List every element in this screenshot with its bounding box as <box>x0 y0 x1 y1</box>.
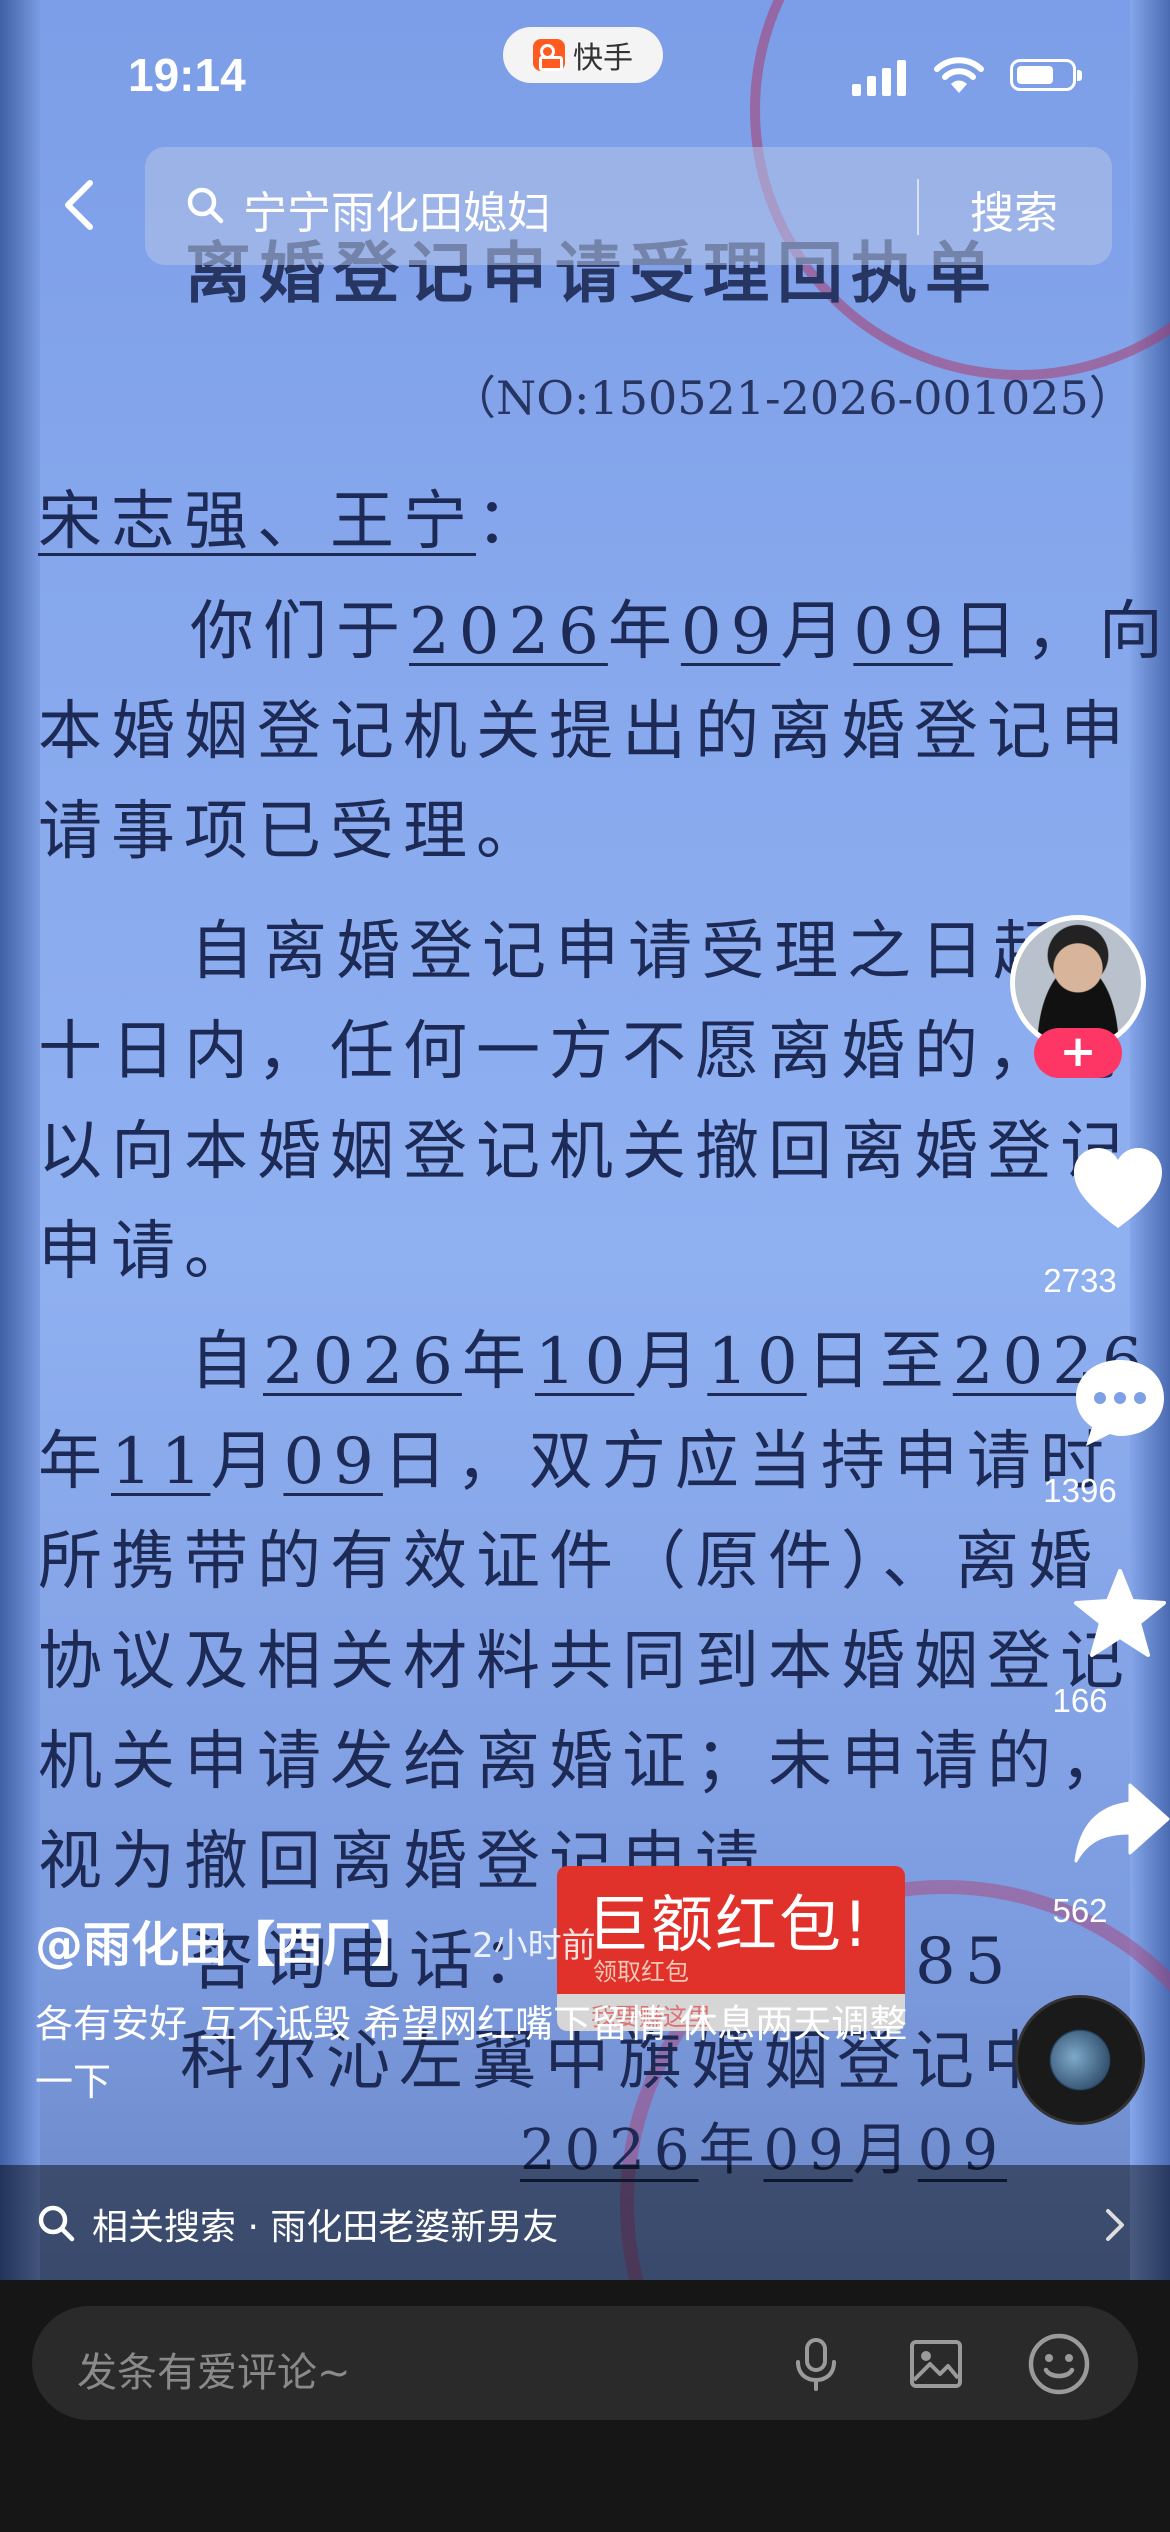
document-line: 自2026年10月10日至2026 <box>190 1325 1152 1399</box>
share-arrow-icon[interactable] <box>1072 1775 1170 1875</box>
video-screen: 离婚登记申请受理回执单 （NO:150521-2026-001025） 宋志强、… <box>0 0 1170 2532</box>
red-packet-title: 巨额红包! <box>587 1888 870 1961</box>
like-heart-icon[interactable] <box>1068 1140 1168 1240</box>
document-line: 请事项已受理。 <box>38 795 549 869</box>
wifi-icon <box>934 57 984 93</box>
document-line: 以向本婚姻登记机关撤回离婚登记 <box>38 1115 1133 1189</box>
post-time: 2小时前 <box>472 1926 596 1966</box>
post-caption[interactable]: 各有安好 互不诋毁 希望网红嘴下留情 休息两天调整一下 <box>35 1995 915 2111</box>
kuaishou-logo-icon <box>533 39 565 71</box>
microphone-icon[interactable] <box>788 2336 844 2392</box>
document-line: 年11月09日，双方应当持申请时 <box>38 1425 1113 1499</box>
author-name[interactable]: @雨化田【西厂】 <box>35 1905 419 1975</box>
comment-count: 1396 <box>1043 1472 1117 1509</box>
follow-button[interactable]: + <box>1034 1028 1122 1078</box>
search-divider <box>917 179 919 235</box>
app-badge[interactable]: 快手 <box>503 27 663 83</box>
document-line: 机关申请发给离婚证；未申请的， <box>38 1725 1133 1799</box>
document-line: 协议及相关材料共同到本婚姻登记 <box>38 1625 1133 1699</box>
comment-bar: 发条有爱评论~ <box>0 2280 1170 2532</box>
document-line: 自离婚登记申请受理之日起 <box>190 915 1066 989</box>
share-count: 562 <box>1052 1892 1108 1929</box>
document-line: 申请。 <box>38 1215 257 1289</box>
music-disc-icon[interactable] <box>1015 1995 1145 2125</box>
cellular-signal-icon <box>852 60 906 96</box>
related-search-bar[interactable]: 相关搜索 · 雨化田老婆新男友 <box>0 2165 1170 2280</box>
favorite-count: 166 <box>1052 1682 1108 1719</box>
related-search-text: 相关搜索 · 雨化田老婆新男友 <box>92 2207 559 2248</box>
image-icon[interactable] <box>908 2336 964 2392</box>
favorite-star-icon[interactable] <box>1070 1565 1170 1665</box>
document-line: 所携带的有效证件（原件）、离婚 <box>38 1525 1101 1599</box>
document-line: 本婚姻登记机关提出的离婚登记申 <box>38 695 1133 769</box>
red-packet-subtitle: 领取红包 <box>593 1958 689 1986</box>
search-query[interactable]: 宁宁雨化田媳妇 <box>243 177 551 241</box>
document-line: 十日内，任何一方不愿离婚的，可 <box>38 1015 1133 1089</box>
search-icon <box>187 187 224 224</box>
back-arrow-icon[interactable] <box>50 175 110 235</box>
emoji-icon[interactable] <box>1027 2332 1091 2396</box>
like-count: 2733 <box>1043 1262 1117 1299</box>
comment-bubble-icon[interactable] <box>1070 1352 1170 1452</box>
document-line: 你们于2026年09月09日，向 <box>190 595 1170 669</box>
status-bar: 19:14 快手 <box>0 0 1170 150</box>
document-number: （NO:150521-2026-001025） <box>450 371 1135 425</box>
document-addressee: 宋志强、王宁： <box>38 485 549 559</box>
chevron-right-icon <box>1106 2209 1124 2241</box>
app-name: 快手 <box>573 41 633 76</box>
battery-icon <box>1010 59 1082 91</box>
search-bar[interactable]: 宁宁雨化田媳妇 搜索 <box>145 147 1112 265</box>
search-icon <box>38 2205 75 2242</box>
comment-placeholder: 发条有爱评论~ <box>77 2350 351 2396</box>
comment-input[interactable]: 发条有爱评论~ <box>32 2306 1138 2420</box>
photo-edge <box>0 0 40 2280</box>
search-button[interactable]: 搜索 <box>970 177 1058 241</box>
status-time: 19:14 <box>128 49 246 101</box>
